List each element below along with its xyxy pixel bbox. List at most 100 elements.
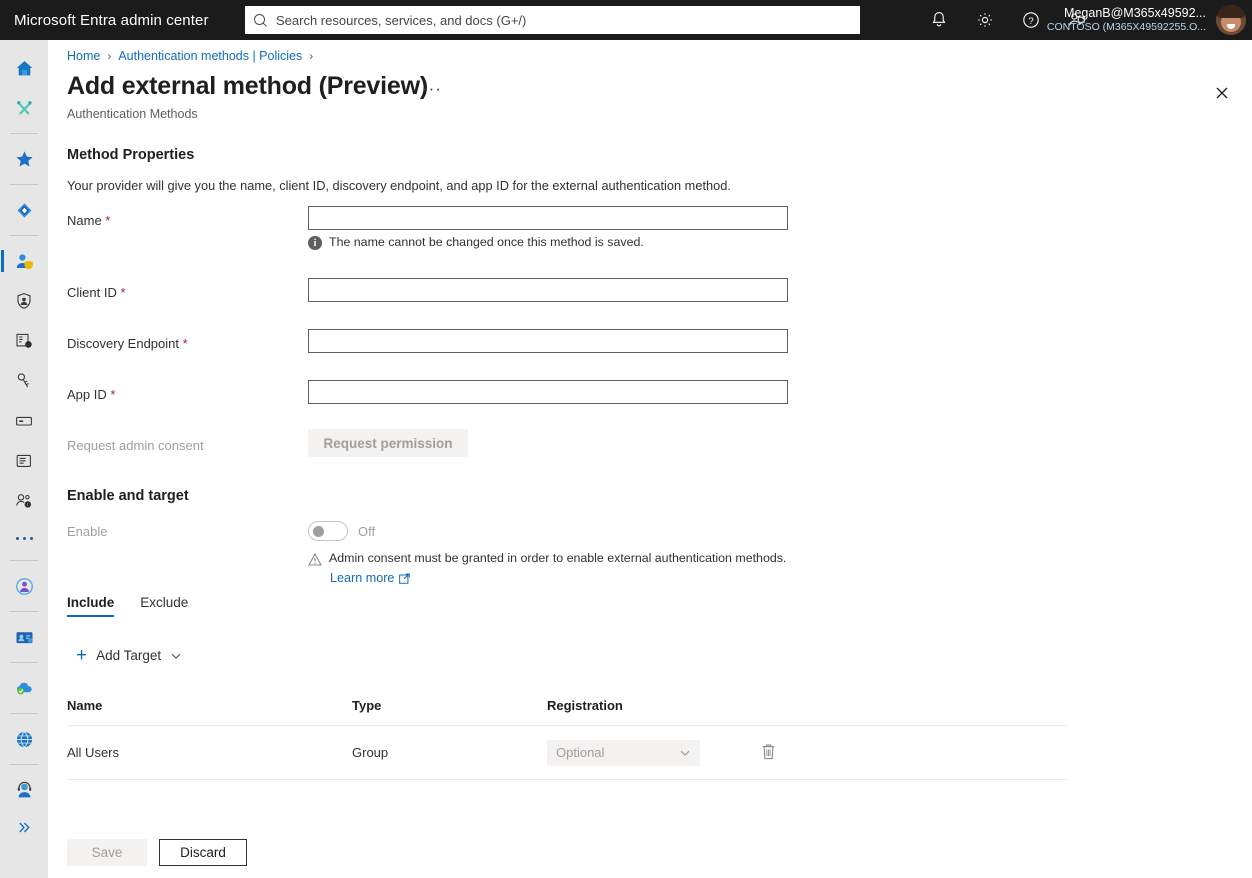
breadcrumb-item-authentication-methods[interactable]: Authentication methods | Policies xyxy=(118,49,302,63)
breadcrumb-separator: › xyxy=(309,49,314,63)
settings-gear-icon[interactable] xyxy=(975,10,995,30)
sidebar-item-global-secure-access[interactable] xyxy=(0,719,48,759)
help-question-icon[interactable]: ? xyxy=(1021,10,1041,30)
sidebar-expand-button[interactable] xyxy=(0,810,48,844)
learn-more-link[interactable]: Learn more xyxy=(330,571,411,585)
breadcrumb-item-home[interactable]: Home xyxy=(67,49,100,63)
sidebar-item-permissions-cloud[interactable] xyxy=(0,668,48,708)
rail-divider xyxy=(10,560,38,561)
more-dot xyxy=(22,536,26,540)
table-header-row: Name Type Registration xyxy=(67,698,1067,726)
verified-id-card-icon xyxy=(16,333,32,348)
identity-diamond-icon xyxy=(17,202,31,218)
app-id-field-label: App ID * xyxy=(67,387,115,402)
avatar[interactable] xyxy=(1216,5,1246,35)
svg-text:?: ? xyxy=(1028,16,1033,27)
enable-toggle[interactable] xyxy=(308,521,348,541)
registration-dropdown[interactable]: Optional xyxy=(547,739,700,766)
learn-support-icon xyxy=(17,781,31,797)
sidebar-item-more[interactable] xyxy=(0,521,48,555)
client-id-label-text: Client ID xyxy=(67,285,117,300)
tab-include[interactable]: Include xyxy=(67,595,115,617)
home-icon xyxy=(16,60,32,75)
sidebar-item-support[interactable]: ! xyxy=(0,481,48,521)
column-header-name: Name xyxy=(67,698,103,713)
registration-cell: Optional xyxy=(547,739,747,766)
row-actions-cell xyxy=(747,743,807,763)
sidebar-item-protection[interactable] xyxy=(0,241,48,281)
sidebar-item-identity-protection[interactable] xyxy=(0,566,48,606)
reports-document-icon xyxy=(16,454,31,467)
trash-icon[interactable] xyxy=(761,743,776,760)
close-icon xyxy=(1216,87,1228,99)
rail-divider xyxy=(10,133,38,134)
column-header-actions xyxy=(747,698,807,713)
admin-consent-warning: Admin consent must be granted in order t… xyxy=(308,551,786,566)
sidebar-item-entra-verified-id[interactable] xyxy=(0,617,48,657)
learn-more-label: Learn more xyxy=(330,571,395,585)
search-input[interactable]: Search resources, services, and docs (G+… xyxy=(276,13,526,28)
warning-triangle-icon xyxy=(308,553,322,566)
sidebar-item-learn-support[interactable] xyxy=(0,770,48,810)
rail-divider xyxy=(10,713,38,714)
sidebar-item-reports[interactable] xyxy=(0,441,48,481)
save-button[interactable]: Save xyxy=(67,839,147,866)
app-id-input[interactable] xyxy=(308,380,788,404)
rail-divider xyxy=(10,611,38,612)
sidebar-item-identity[interactable] xyxy=(0,190,48,230)
external-link-icon xyxy=(399,573,411,584)
info-icon: i xyxy=(308,236,322,250)
client-id-input[interactable] xyxy=(308,278,788,302)
page-subtitle: Authentication Methods xyxy=(67,107,198,121)
avatar-glasses xyxy=(1222,17,1240,22)
breadcrumb-separator: › xyxy=(107,49,112,63)
chevron-down-icon xyxy=(680,750,690,756)
name-input[interactable] xyxy=(308,206,788,230)
notifications-icon[interactable] xyxy=(929,10,949,30)
name-field-hint-text: The name cannot be changed once this met… xyxy=(329,235,644,249)
enable-and-target-heading: Enable and target xyxy=(67,488,189,504)
sidebar-item-home[interactable] xyxy=(0,48,48,88)
required-marker: * xyxy=(116,285,126,300)
required-marker: * xyxy=(106,387,116,402)
page-more-actions-button[interactable]: ··· xyxy=(422,80,442,97)
client-id-field-label: Client ID * xyxy=(67,285,126,300)
required-marker: * xyxy=(101,213,111,228)
user-account-menu[interactable]: MeganB@M365x49592... CONTOSO (M365X49592… xyxy=(1047,0,1206,40)
include-exclude-tabs: Include Exclude xyxy=(67,595,188,617)
enable-toggle-state: Off xyxy=(358,524,376,539)
registration-dropdown-value: Optional xyxy=(556,745,605,760)
name-field-label: Name * xyxy=(67,213,110,228)
favorites-star-icon xyxy=(15,150,33,167)
sidebar-item-permissions-management[interactable] xyxy=(0,361,48,401)
request-permission-button[interactable]: Request permission xyxy=(308,429,468,457)
request-admin-consent-label: Request admin consent xyxy=(67,438,204,453)
column-header-type: Type xyxy=(352,698,382,713)
more-dot xyxy=(29,536,33,540)
tab-exclude[interactable]: Exclude xyxy=(140,595,188,617)
billing-card-icon xyxy=(16,416,32,426)
name-field-label-text: Name xyxy=(67,213,102,228)
sidebar-item-diagnose[interactable] xyxy=(0,88,48,128)
page-title: Add external method (Preview) xyxy=(67,72,428,100)
discovery-endpoint-input[interactable] xyxy=(308,329,788,353)
close-button[interactable] xyxy=(1206,77,1238,109)
sidebar-item-identity-governance[interactable] xyxy=(0,281,48,321)
rail-divider xyxy=(10,662,38,663)
app-id-label-text: App ID xyxy=(67,387,107,402)
toggle-knob xyxy=(313,526,324,537)
svg-text:!: ! xyxy=(27,502,28,507)
sidebar-item-favorites[interactable] xyxy=(0,139,48,179)
chevron-down-icon xyxy=(171,653,181,659)
breadcrumb: Home › Authentication methods | Policies… xyxy=(67,49,313,63)
top-navigation-bar: Microsoft Entra admin center Search reso… xyxy=(0,0,1252,40)
sidebar-item-billing[interactable] xyxy=(0,401,48,441)
required-marker: * xyxy=(179,336,188,351)
add-target-button[interactable]: + Add Target xyxy=(76,646,182,665)
method-properties-description: Your provider will give you the name, cl… xyxy=(67,178,731,193)
global-search-box[interactable]: Search resources, services, and docs (G+… xyxy=(245,6,860,34)
target-table: Name Type Registration All Users Group O… xyxy=(67,698,1067,780)
discovery-endpoint-field-label: Discovery Endpoint * xyxy=(67,336,188,351)
discard-button[interactable]: Discard xyxy=(159,839,247,866)
sidebar-item-verified-id[interactable] xyxy=(0,321,48,361)
